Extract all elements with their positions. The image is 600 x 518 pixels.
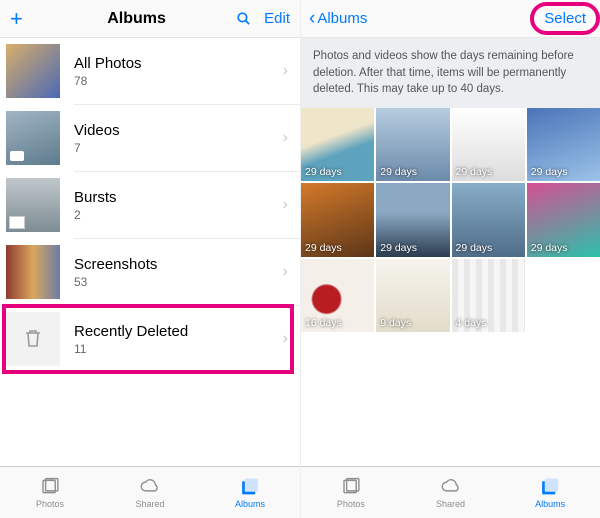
album-bursts[interactable]: Bursts 2 ›	[0, 172, 300, 238]
photo-cell[interactable]: 4 days	[452, 259, 525, 332]
trash-icon	[21, 326, 45, 353]
days-remaining: 29 days	[531, 242, 568, 254]
search-icon[interactable]	[235, 10, 252, 27]
album-count: 53	[74, 275, 283, 289]
tab-albums[interactable]: Albums	[500, 467, 600, 518]
album-thumb	[6, 178, 60, 232]
chevron-right-icon: ›	[283, 330, 288, 348]
chevron-right-icon: ›	[283, 263, 288, 281]
photo-cell[interactable]: 29 days	[452, 108, 525, 181]
photo-cell[interactable]: 9 days	[376, 259, 449, 332]
days-remaining: 16 days	[305, 317, 342, 329]
days-remaining: 29 days	[456, 242, 493, 254]
tab-label: Albums	[235, 499, 265, 509]
album-thumb	[6, 111, 60, 165]
photo-cell[interactable]: 29 days	[301, 183, 374, 256]
album-thumb	[6, 44, 60, 98]
chevron-right-icon: ›	[283, 196, 288, 214]
album-count: 78	[74, 74, 283, 88]
photo-cell[interactable]: 16 days	[301, 259, 374, 332]
days-remaining: 29 days	[305, 242, 342, 254]
chevron-left-icon: ‹	[309, 9, 315, 28]
photo-grid: 29 days 29 days 29 days 29 days 29 days …	[301, 108, 600, 332]
album-name: Bursts	[74, 189, 283, 206]
days-remaining: 29 days	[456, 166, 493, 178]
albums-header: + Albums Edit	[0, 0, 300, 38]
add-album-button[interactable]: +	[10, 6, 38, 32]
photo-cell[interactable]: 29 days	[301, 108, 374, 181]
albums-list: All Photos 78 › Videos 7 › Bursts 2	[0, 38, 300, 466]
days-remaining: 29 days	[380, 166, 417, 178]
tab-shared[interactable]: Shared	[100, 467, 200, 518]
album-name: Videos	[74, 122, 283, 139]
tab-photos[interactable]: Photos	[301, 467, 401, 518]
tab-bar: Photos Shared Albums	[301, 466, 600, 518]
tab-label: Photos	[337, 499, 365, 509]
album-name: All Photos	[74, 55, 283, 72]
photo-cell[interactable]: 29 days	[452, 183, 525, 256]
chevron-right-icon: ›	[283, 62, 288, 80]
album-videos[interactable]: Videos 7 ›	[0, 105, 300, 171]
days-remaining: 9 days	[380, 317, 411, 329]
tab-albums[interactable]: Albums	[200, 467, 300, 518]
album-thumb	[6, 245, 60, 299]
back-button[interactable]: ‹ Albums	[309, 9, 367, 28]
album-screenshots[interactable]: Screenshots 53 ›	[0, 239, 300, 305]
back-label: Albums	[317, 10, 367, 27]
photo-cell[interactable]: 29 days	[376, 183, 449, 256]
days-remaining: 29 days	[305, 166, 342, 178]
select-button[interactable]: Select	[538, 8, 592, 29]
albums-title: Albums	[38, 10, 235, 28]
album-count: 7	[74, 141, 283, 155]
days-remaining: 4 days	[456, 317, 487, 329]
tab-label: Albums	[535, 499, 565, 509]
photo-cell[interactable]: 29 days	[527, 183, 600, 256]
album-thumb	[6, 312, 60, 366]
recently-deleted-screen: ‹ Albums Select Photos and videos show t…	[300, 0, 600, 518]
tab-label: Shared	[135, 499, 164, 509]
album-count: 11	[74, 342, 283, 356]
days-remaining: 29 days	[380, 242, 417, 254]
album-recently-deleted[interactable]: Recently Deleted 11 ›	[0, 306, 300, 372]
album-all-photos[interactable]: All Photos 78 ›	[0, 38, 300, 104]
albums-screen: + Albums Edit All Photos 78 ›	[0, 0, 300, 518]
album-name: Recently Deleted	[74, 323, 283, 340]
days-remaining: 29 days	[531, 166, 568, 178]
tab-label: Shared	[436, 499, 465, 509]
photo-cell[interactable]: 29 days	[376, 108, 449, 181]
detail-header: ‹ Albums Select	[301, 0, 600, 38]
photo-cell[interactable]: 29 days	[527, 108, 600, 181]
album-name: Screenshots	[74, 256, 283, 273]
chevron-right-icon: ›	[283, 129, 288, 147]
edit-button[interactable]: Edit	[264, 10, 290, 27]
tab-bar: Photos Shared Albums	[0, 466, 300, 518]
tab-shared[interactable]: Shared	[401, 467, 501, 518]
tab-photos[interactable]: Photos	[0, 467, 100, 518]
album-count: 2	[74, 208, 283, 222]
tab-label: Photos	[36, 499, 64, 509]
deletion-info: Photos and videos show the days remainin…	[301, 38, 600, 108]
